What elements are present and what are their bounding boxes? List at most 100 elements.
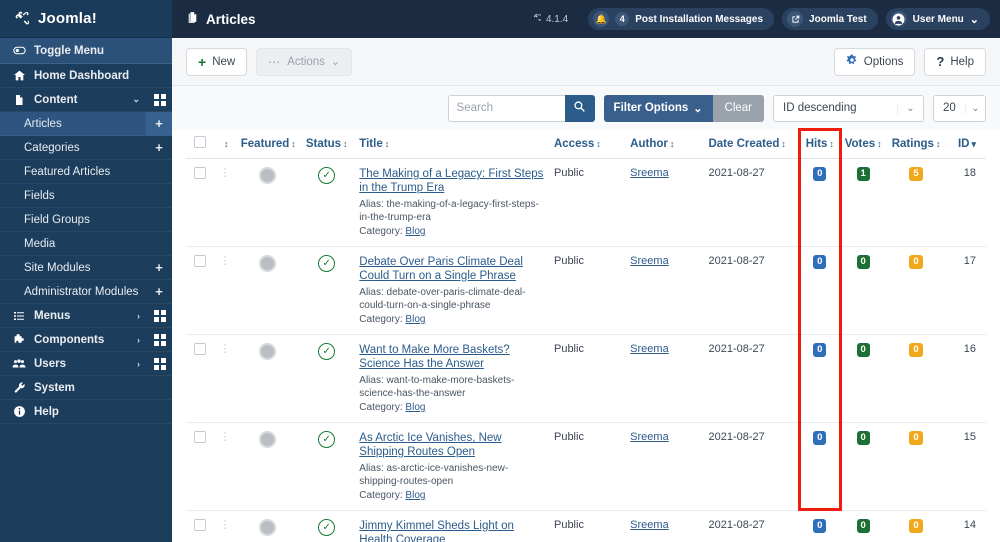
row-checkbox-cell[interactable] bbox=[186, 510, 214, 542]
category-link[interactable]: Blog bbox=[405, 226, 425, 237]
row-checkbox[interactable] bbox=[193, 431, 206, 443]
article-title-link[interactable]: The Making of a Legacy: First Steps in t… bbox=[359, 167, 546, 195]
row-checkbox[interactable] bbox=[193, 255, 206, 267]
sidebar-item-toggle-menu[interactable]: Toggle Menu bbox=[0, 38, 172, 64]
column-header-author[interactable]: Author ↕ bbox=[626, 130, 705, 159]
published-check-icon[interactable]: ✓ bbox=[318, 519, 336, 536]
unfeatured-circle-icon[interactable] bbox=[258, 519, 276, 536]
help-button[interactable]: ? Help bbox=[924, 47, 986, 76]
user-menu-button[interactable]: User Menu ⌄ bbox=[885, 8, 990, 30]
post-installation-messages-button[interactable]: 🔔 4 Post Installation Messages bbox=[588, 8, 775, 30]
row-featured-toggle[interactable] bbox=[236, 422, 299, 511]
sidebar-item-featured-articles[interactable]: Featured Articles bbox=[0, 160, 172, 184]
row-ordering-handle[interactable]: ⋮ bbox=[213, 422, 237, 511]
brand-logo[interactable]: Joomla! bbox=[0, 0, 172, 38]
ordering-select[interactable]: ID descending ⌄ bbox=[773, 94, 924, 122]
row-checkbox[interactable] bbox=[193, 167, 206, 179]
row-ordering-handle[interactable]: ⋮ bbox=[213, 334, 237, 423]
components-dashboard-grid-icon[interactable] bbox=[148, 328, 172, 351]
add-article-icon[interactable]: + bbox=[146, 112, 172, 135]
category-link[interactable]: Blog bbox=[405, 402, 425, 413]
unfeatured-circle-icon[interactable] bbox=[258, 167, 276, 184]
article-title-link[interactable]: As Arctic Ice Vanishes, New Shipping Rou… bbox=[359, 431, 546, 459]
sidebar-item-help[interactable]: Help bbox=[0, 400, 172, 424]
column-header-hits[interactable]: Hits ↕ bbox=[799, 130, 840, 159]
row-status-toggle[interactable]: ✓ bbox=[298, 334, 356, 423]
row-featured-toggle[interactable] bbox=[236, 158, 299, 247]
row-status-toggle[interactable]: ✓ bbox=[298, 246, 356, 335]
unfeatured-circle-icon[interactable] bbox=[258, 431, 276, 448]
chevron-right-icon[interactable]: › bbox=[137, 335, 148, 345]
chevron-right-icon[interactable]: › bbox=[137, 359, 148, 369]
row-status-toggle[interactable]: ✓ bbox=[298, 422, 356, 511]
select-all-checkbox[interactable] bbox=[193, 136, 206, 148]
row-ordering-handle[interactable]: ⋮ bbox=[213, 510, 237, 542]
drag-handle-icon[interactable]: ⋮ bbox=[220, 519, 231, 531]
row-featured-toggle[interactable] bbox=[236, 510, 299, 542]
column-header-access[interactable]: Access ↕ bbox=[549, 130, 627, 159]
published-check-icon[interactable]: ✓ bbox=[318, 431, 336, 448]
row-status-toggle[interactable]: ✓ bbox=[298, 158, 356, 247]
author-link[interactable]: Sreema bbox=[630, 431, 669, 443]
actions-button[interactable]: ⋯ Actions ⌄ bbox=[256, 47, 353, 76]
article-title-link[interactable]: Jimmy Kimmel Sheds Light on Health Cover… bbox=[359, 519, 546, 542]
article-title-link[interactable]: Debate Over Paris Climate Deal Could Tur… bbox=[359, 255, 546, 283]
drag-handle-icon[interactable]: ⋮ bbox=[220, 255, 231, 267]
published-check-icon[interactable]: ✓ bbox=[318, 343, 336, 360]
add-site-module-icon[interactable]: + bbox=[146, 256, 172, 279]
column-header-ordering[interactable]: ↕ bbox=[213, 130, 237, 159]
published-check-icon[interactable]: ✓ bbox=[318, 255, 336, 272]
published-check-icon[interactable]: ✓ bbox=[318, 167, 336, 184]
column-header-date-created[interactable]: Date Created ↕ bbox=[704, 130, 800, 159]
row-featured-toggle[interactable] bbox=[236, 334, 299, 423]
column-header-title[interactable]: Title ↕ bbox=[355, 130, 550, 159]
author-link[interactable]: Sreema bbox=[630, 343, 669, 355]
sidebar-item-site-modules[interactable]: Site Modules + bbox=[0, 256, 172, 280]
list-limit-select[interactable]: 20 ⌄ bbox=[933, 94, 986, 122]
column-header-status[interactable]: Status ↕ bbox=[298, 130, 356, 159]
row-checkbox-cell[interactable] bbox=[186, 334, 214, 423]
site-preview-button[interactable]: Joomla Test bbox=[782, 8, 878, 30]
column-header-checkbox[interactable] bbox=[186, 130, 214, 159]
sidebar-item-articles[interactable]: Articles + bbox=[0, 112, 172, 136]
row-ordering-handle[interactable]: ⋮ bbox=[213, 246, 237, 335]
column-header-ratings[interactable]: Ratings ↕ bbox=[886, 130, 946, 159]
row-checkbox[interactable] bbox=[193, 343, 206, 355]
category-link[interactable]: Blog bbox=[405, 490, 425, 501]
column-header-votes[interactable]: Votes ↕ bbox=[839, 130, 887, 159]
author-link[interactable]: Sreema bbox=[630, 255, 669, 267]
column-header-featured[interactable]: Featured ↕ bbox=[236, 130, 299, 159]
row-checkbox-cell[interactable] bbox=[186, 246, 214, 335]
options-button[interactable]: Options bbox=[833, 47, 916, 76]
sidebar-item-categories[interactable]: Categories + bbox=[0, 136, 172, 160]
row-status-toggle[interactable]: ✓ bbox=[298, 510, 356, 542]
row-checkbox-cell[interactable] bbox=[186, 422, 214, 511]
drag-handle-icon[interactable]: ⋮ bbox=[220, 343, 231, 355]
sidebar-item-administrator-modules[interactable]: Administrator Modules + bbox=[0, 280, 172, 304]
content-dashboard-grid-icon[interactable] bbox=[148, 88, 172, 111]
chevron-right-icon[interactable]: › bbox=[137, 311, 148, 321]
unfeatured-circle-icon[interactable] bbox=[258, 255, 276, 272]
article-title-link[interactable]: Want to Make More Baskets? Science Has t… bbox=[359, 343, 546, 371]
menus-dashboard-grid-icon[interactable] bbox=[148, 304, 172, 327]
add-admin-module-icon[interactable]: + bbox=[146, 280, 172, 303]
new-button[interactable]: + New bbox=[186, 47, 248, 76]
search-input[interactable] bbox=[447, 94, 565, 122]
sidebar-item-home-dashboard[interactable]: Home Dashboard bbox=[0, 64, 172, 88]
sidebar-item-field-groups[interactable]: Field Groups bbox=[0, 208, 172, 232]
users-dashboard-grid-icon[interactable] bbox=[148, 352, 172, 375]
author-link[interactable]: Sreema bbox=[630, 519, 669, 531]
drag-handle-icon[interactable]: ⋮ bbox=[220, 431, 231, 443]
row-checkbox-cell[interactable] bbox=[186, 158, 214, 247]
column-header-id[interactable]: ID ▾ bbox=[945, 130, 986, 159]
chevron-down-icon[interactable]: ⌄ bbox=[132, 94, 148, 105]
sidebar-item-menus[interactable]: Menus › bbox=[0, 304, 172, 328]
unfeatured-circle-icon[interactable] bbox=[258, 343, 276, 360]
sidebar-item-media[interactable]: Media bbox=[0, 232, 172, 256]
sidebar-item-content[interactable]: Content ⌄ bbox=[0, 88, 172, 112]
clear-filters-button[interactable]: Clear bbox=[712, 94, 764, 122]
sidebar-item-users[interactable]: Users › bbox=[0, 352, 172, 376]
category-link[interactable]: Blog bbox=[405, 314, 425, 325]
row-checkbox[interactable] bbox=[193, 519, 206, 531]
search-button[interactable] bbox=[564, 94, 595, 122]
